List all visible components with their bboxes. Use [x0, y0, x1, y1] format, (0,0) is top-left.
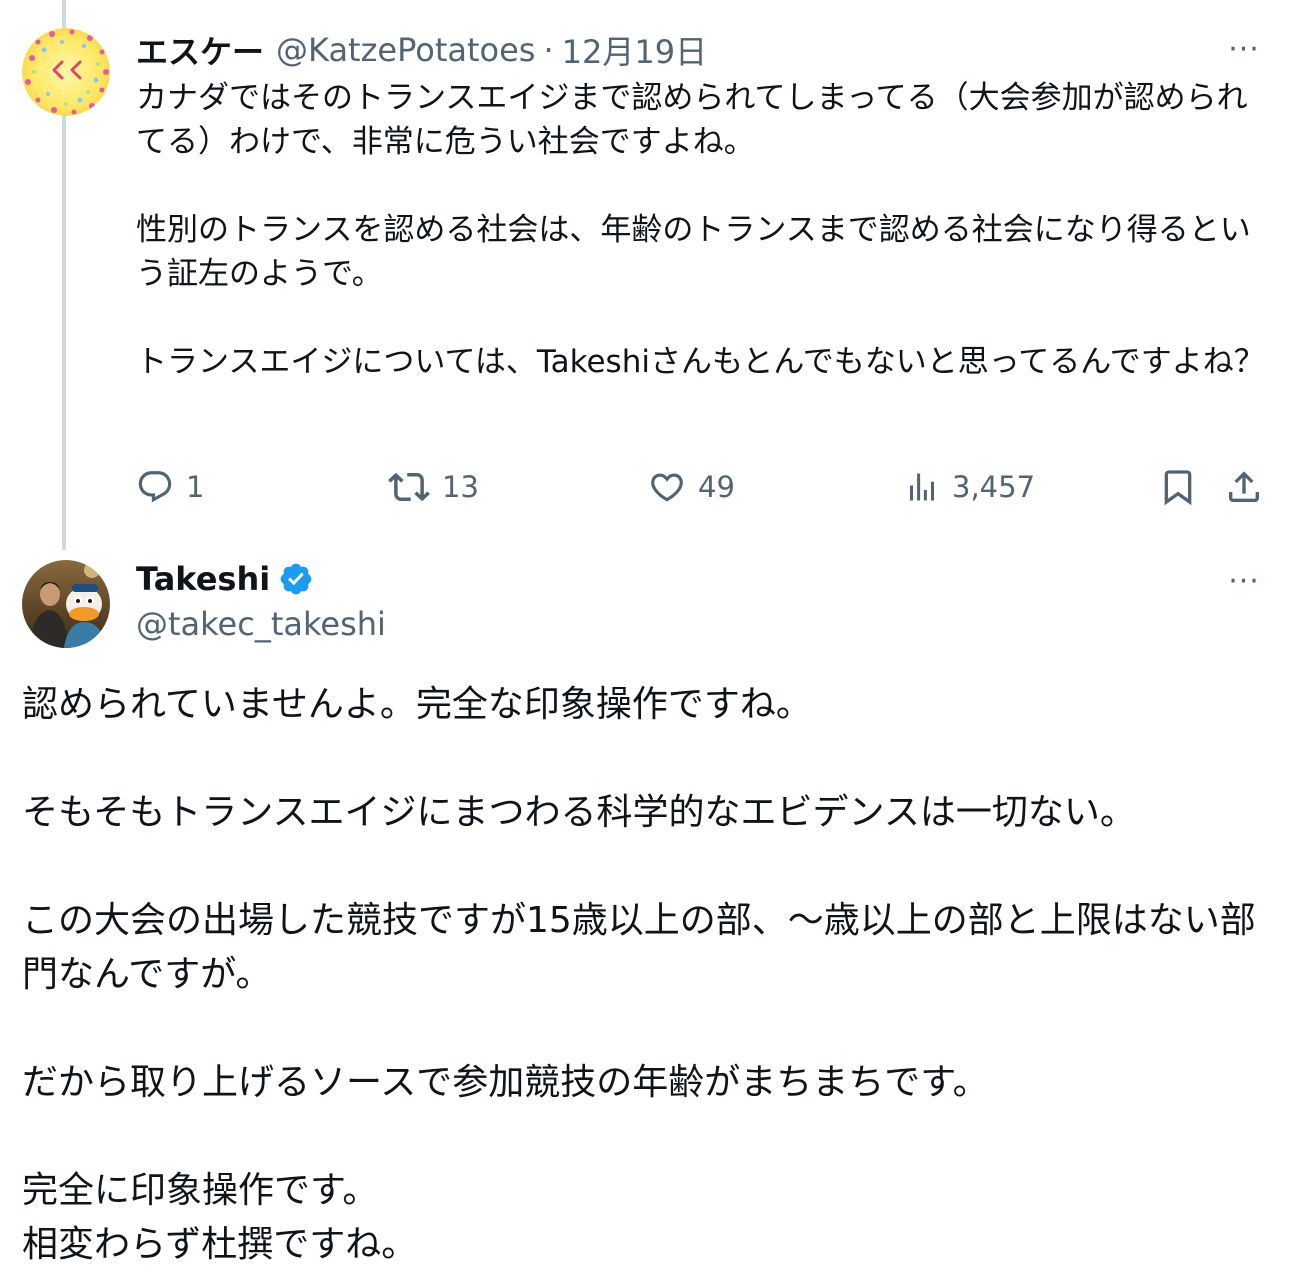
tweet-text: カナダではそのトランスエイジまで認められてしまってる（大会参加が認められてる）わ… [136, 76, 1266, 384]
avatar[interactable] [22, 560, 110, 648]
reply-button[interactable]: 1 [136, 462, 204, 512]
avatar-image-reply [22, 28, 110, 116]
tweet-paragraph: 相変わらず杜撰ですね。 [22, 1224, 418, 1265]
tweet-paragraph: だから取り上げるソースで参加競技の年齢がまちまちです。 [22, 1062, 989, 1103]
like-button[interactable]: 49 [648, 462, 735, 512]
views-icon [910, 473, 934, 501]
reply-icon [138, 471, 172, 503]
reply-count: 1 [186, 470, 205, 504]
display-name[interactable]: Takeshi [136, 560, 270, 598]
tweet-paragraph: カナダではそのトランスエイジまで認められてしまってる（大会参加が認められてる）わ… [136, 80, 1248, 160]
user-handle[interactable]: @KatzePotatoes [276, 31, 535, 69]
retweet-count: 13 [442, 470, 479, 504]
tweet-paragraph: 完全に印象操作です。 [22, 1170, 379, 1211]
more-options-button[interactable]: ··· [1224, 563, 1264, 599]
display-name[interactable]: エスケー [136, 27, 264, 73]
reply-header: エスケー @KatzePotatoes · 12月19日 [136, 26, 707, 74]
avatar-image-main [22, 560, 110, 648]
retweet-icon [388, 472, 430, 502]
more-options-button[interactable]: ··· [1224, 31, 1264, 67]
avatar[interactable] [22, 28, 110, 116]
tweet-thread: エスケー @KatzePotatoes · 12月19日 ··· カナダではその… [0, 0, 1294, 1280]
view-count: 3,457 [952, 470, 1036, 504]
tweet-paragraph: この大会の出場した競技ですが15歳以上の部、〜歳以上の部と上限はない部門なんです… [22, 900, 1256, 995]
tweet-paragraph: そもそもトランスエイジにまつわる科学的なエビデンスは一切ない。 [22, 792, 1136, 833]
action-bar: 1 13 49 3,457 [136, 462, 1266, 512]
timestamp[interactable]: 12月19日 [562, 27, 707, 73]
like-icon [651, 473, 683, 502]
verified-badge-icon [278, 561, 314, 597]
bookmark-button[interactable] [1158, 462, 1198, 512]
views-button[interactable]: 3,457 [904, 462, 1035, 512]
share-icon [1229, 471, 1259, 502]
tweet-text: 認められていませんよ。完全な印象操作ですね。 そもそもトランスエイジにまつわる科… [22, 678, 1272, 1272]
user-handle[interactable]: @takec_takeshi [136, 602, 386, 646]
more-icon: ··· [1228, 563, 1260, 599]
bookmark-icon [1164, 470, 1192, 506]
more-icon: ··· [1228, 31, 1260, 67]
like-count: 49 [698, 470, 735, 504]
tweet-paragraph: トランスエイジについては、Takeshiさんもとんでもないと思ってるんですよね？ [136, 344, 1265, 380]
tweet-paragraph: 性別のトランスを認める社会は、年齢のトランスまで認める社会になり得るという証左の… [136, 212, 1251, 292]
retweet-button[interactable]: 13 [388, 462, 479, 512]
tweet-paragraph: 認められていませんよ。完全な印象操作ですね。 [22, 684, 812, 725]
separator-dot: · [543, 31, 554, 69]
share-button[interactable] [1224, 462, 1264, 512]
main-name-row: Takeshi [136, 556, 314, 602]
